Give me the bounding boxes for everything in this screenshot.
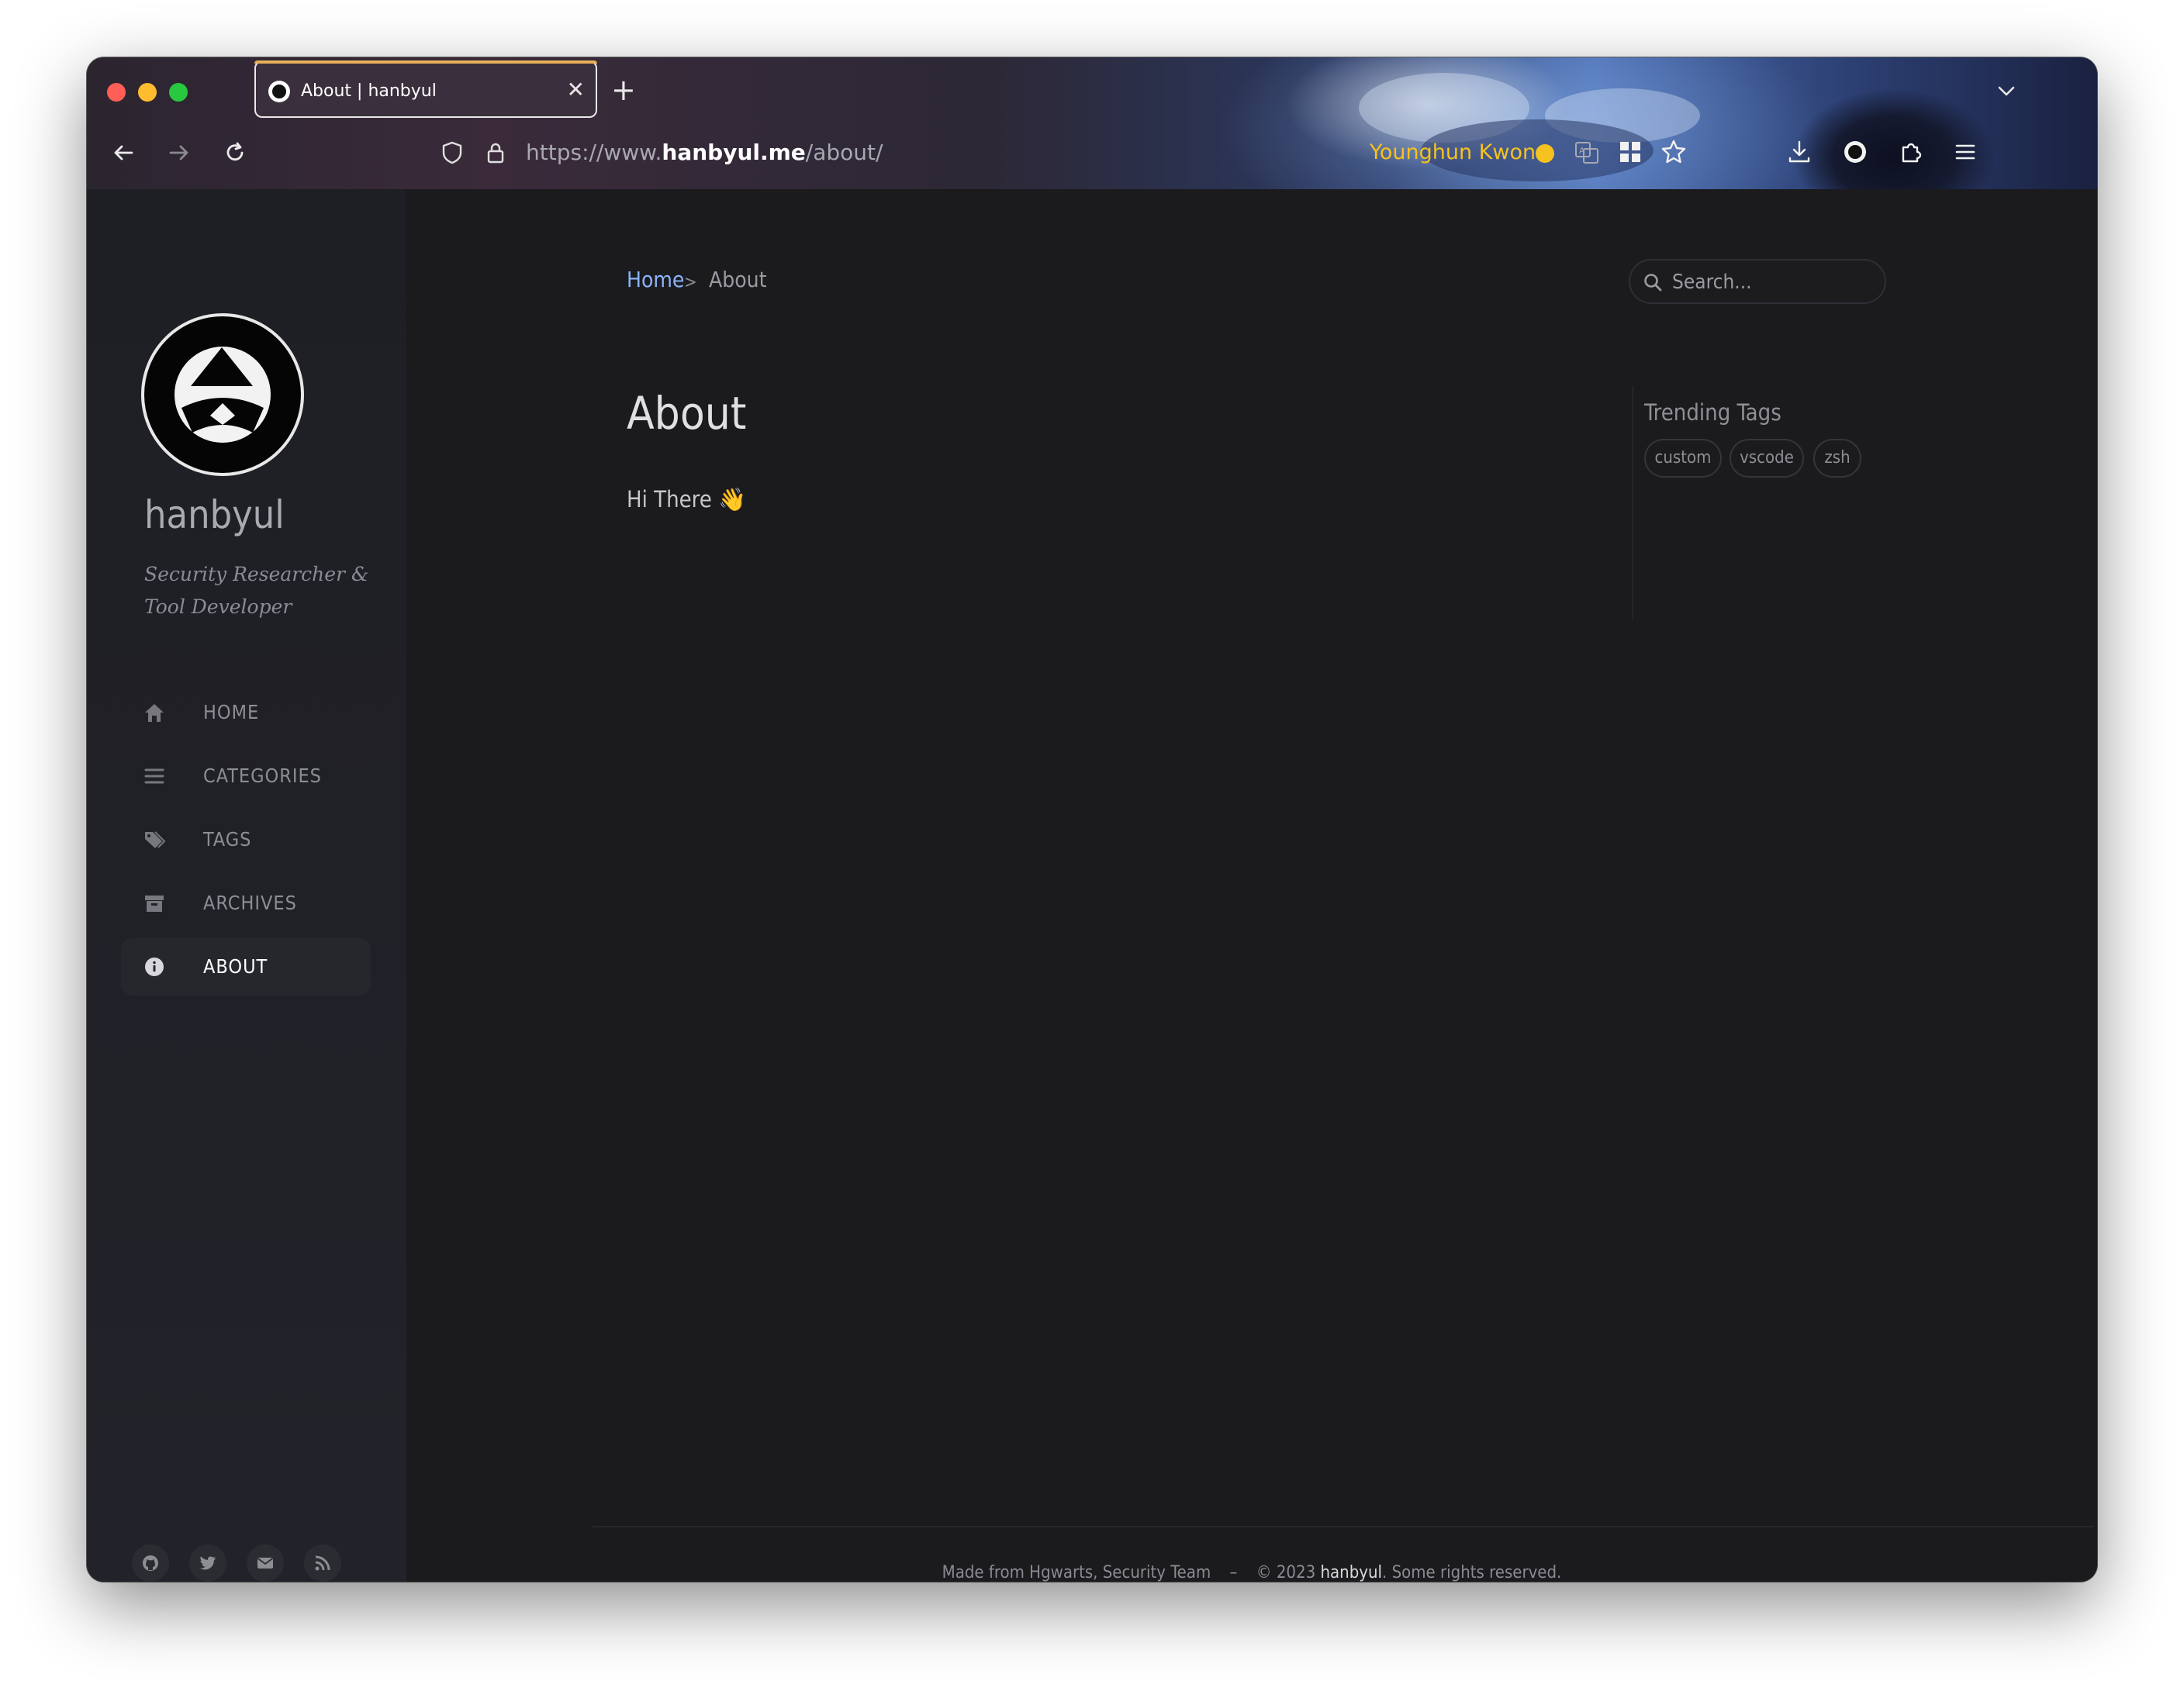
chevron-down-icon[interactable] — [1995, 79, 2018, 102]
footer: Made from Hgwarts, Security Team – © 202… — [406, 1562, 2097, 1582]
footer-copyright: © 2023 — [1256, 1563, 1316, 1582]
search-icon — [1644, 274, 1662, 292]
footer-separator: – — [1229, 1563, 1238, 1582]
avatar[interactable] — [141, 313, 304, 476]
browser-toolbar: About | hanbyul ✕ + https://www.hanbyul.… — [87, 57, 2097, 189]
zoom-window-button[interactable] — [169, 83, 188, 102]
email-icon — [257, 1558, 274, 1569]
search-input[interactable] — [1671, 267, 1875, 298]
main-content: Home > About About Hi There 👋 Trending T… — [406, 189, 2097, 1582]
twitter-icon — [200, 1556, 216, 1570]
translate-icon[interactable]: A — [1573, 138, 1601, 166]
sidebar-item-label: HOME — [203, 701, 260, 723]
url-path: /about/ — [805, 140, 883, 165]
rss-icon — [315, 1555, 330, 1571]
tag-vscode[interactable]: vscode — [1730, 439, 1804, 478]
info-icon — [145, 958, 164, 976]
sidebar-item-about[interactable]: ABOUT — [121, 938, 371, 996]
svg-text:A: A — [1579, 146, 1585, 156]
sidebar-item-label: ARCHIVES — [203, 892, 297, 914]
breadcrumb-separator: > — [684, 273, 697, 292]
avatar-logo-image — [175, 347, 271, 443]
footer-owner-link[interactable]: hanbyul — [1320, 1563, 1382, 1582]
page-title: About — [627, 387, 747, 440]
footer-divider — [593, 1526, 2094, 1527]
minimize-window-button[interactable] — [138, 83, 157, 102]
email-button[interactable] — [247, 1544, 284, 1582]
twitter-button[interactable] — [189, 1544, 226, 1582]
breadcrumb-current: About — [709, 267, 767, 292]
footer-made-from: Made from Hgwarts, Security Team — [942, 1563, 1211, 1582]
sidebar-item-home[interactable]: HOME — [121, 684, 371, 741]
reload-icon[interactable] — [222, 140, 248, 166]
close-window-button[interactable] — [107, 83, 126, 102]
sidebar-item-tags[interactable]: TAGS — [121, 811, 371, 868]
tag-zsh[interactable]: zsh — [1813, 439, 1861, 478]
sidebar-item-archives[interactable]: ARCHIVES — [121, 875, 371, 932]
archive-icon — [145, 896, 164, 912]
extensions-puzzle-icon[interactable] — [1897, 138, 1925, 166]
lock-icon[interactable] — [482, 140, 509, 166]
back-arrow-icon[interactable] — [110, 140, 136, 166]
home-icon — [145, 704, 164, 722]
shield-icon[interactable] — [439, 140, 465, 166]
browser-tab-active[interactable]: About | hanbyul ✕ — [254, 60, 597, 118]
bookmark-star-icon[interactable] — [1660, 138, 1688, 166]
profile-name[interactable]: Younghun Kwon — [1370, 140, 1536, 166]
hamburger-menu-icon[interactable] — [1951, 138, 1979, 166]
search-box[interactable] — [1629, 259, 1886, 304]
site-subtitle: Security Researcher & Tool Developer — [144, 563, 369, 618]
rss-button[interactable] — [304, 1544, 341, 1582]
download-icon[interactable] — [1785, 138, 1813, 166]
new-tab-button[interactable]: + — [611, 74, 636, 105]
url-host: hanbyul.me — [662, 140, 806, 165]
profile-badge-icon — [1536, 144, 1554, 163]
tag-custom[interactable]: custom — [1644, 439, 1722, 478]
footer-rights: . Some rights reserved. — [1382, 1563, 1562, 1582]
sidebar-item-label: CATEGORIES — [203, 764, 322, 787]
site-favicon-icon — [268, 81, 290, 102]
tags-icon — [145, 831, 166, 848]
sidebar-item-categories[interactable]: CATEGORIES — [121, 747, 371, 805]
grid-apps-icon[interactable] — [1616, 138, 1644, 166]
github-button[interactable] — [132, 1544, 169, 1582]
browser-window: About | hanbyul ✕ + https://www.hanbyul.… — [87, 57, 2097, 1582]
sidebar-item-label: TAGS — [203, 828, 252, 851]
account-avatar-icon[interactable] — [1841, 138, 1869, 166]
breadcrumb-home-link[interactable]: Home — [627, 267, 684, 293]
github-icon — [143, 1555, 158, 1571]
trending-tags-title: Trending Tags — [1644, 399, 1781, 426]
page-content-text: Hi There 👋 — [627, 486, 747, 513]
url-scheme: https://www. — [526, 140, 662, 165]
forward-arrow-icon[interactable] — [166, 140, 192, 166]
sidebar-item-label: ABOUT — [203, 955, 268, 978]
tab-title: About | hanbyul — [301, 81, 437, 101]
theme-cat-illustration — [1793, 81, 1995, 189]
sidebar: hanbyul Security Researcher & Tool Devel… — [87, 189, 406, 1582]
site-title[interactable]: hanbyul — [144, 492, 285, 538]
list-icon — [144, 768, 164, 784]
tab-indicator — [254, 60, 597, 64]
close-tab-icon[interactable]: ✕ — [567, 76, 585, 104]
url-bar[interactable]: https://www.hanbyul.me/about/ — [526, 140, 883, 166]
